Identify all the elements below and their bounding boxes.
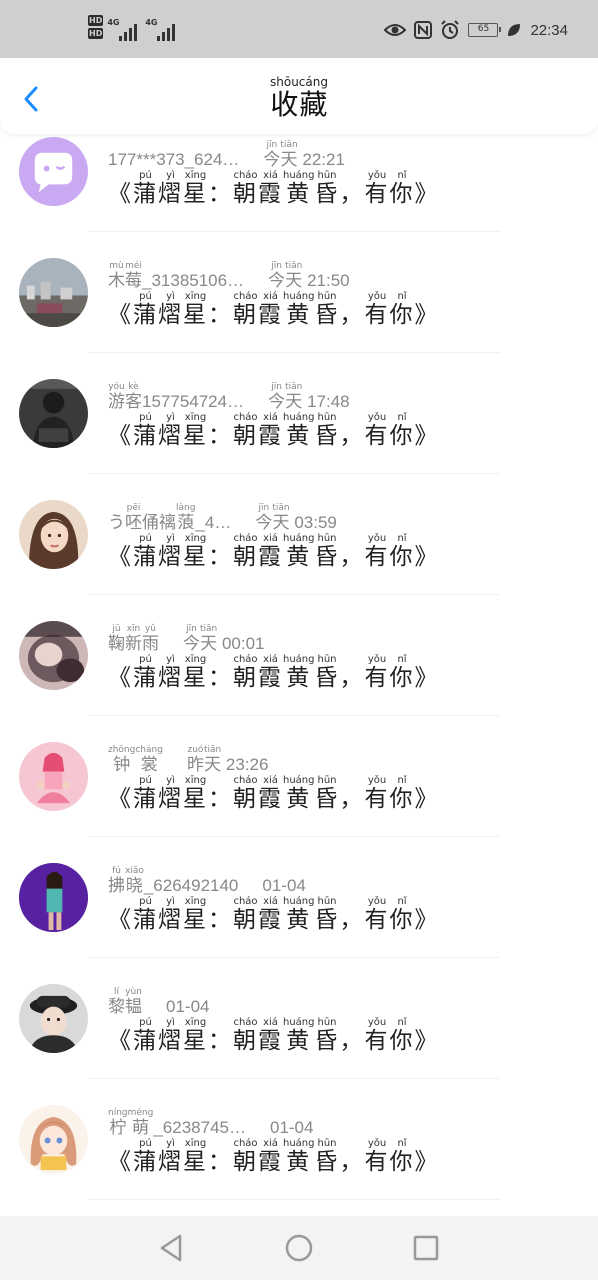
username: 游yóu客kè157754724…	[108, 382, 245, 411]
system-nav-bar	[0, 1216, 598, 1280]
song-title[interactable]: 《蒲pú熠yì星xīng：朝cháo霞xiá黄huáng昏hūn，有yǒu你nǐ…	[108, 1138, 440, 1176]
list-item[interactable]: 游yóu客kè157754724… 今jīn天tiān 17:48 《蒲pú熠yì星…	[0, 376, 598, 497]
song-title[interactable]: 《蒲pú熠yì星xīng：朝cháo霞xiá黄huáng昏hūn，有yǒu你nǐ…	[108, 896, 440, 934]
username: 拂fú晓xiǎo_626492140	[108, 866, 239, 895]
divider	[88, 1078, 500, 1079]
list-item[interactable]: 拂fú晓xiǎo_626492140 01-04 《蒲pú熠yì星xīng：朝chá…	[0, 860, 598, 981]
alarm-icon	[441, 20, 460, 39]
home-circle-icon[interactable]	[283, 1232, 315, 1264]
username: 177***373_624…	[108, 150, 240, 169]
username: 柠níng萌méng_6238745…	[108, 1108, 246, 1137]
avatar[interactable]	[19, 258, 88, 327]
song-title[interactable]: 《蒲pú熠yì星xīng：朝cháo霞xiá黄huáng昏hūn，有yǒu你nǐ…	[108, 533, 440, 571]
clock: 22:34	[530, 21, 568, 39]
back-triangle-icon[interactable]	[156, 1232, 188, 1264]
avatar[interactable]	[19, 984, 88, 1053]
username: 鞠jū新xīn雨yǔ	[108, 624, 159, 653]
list-item[interactable]: 钟裳zhōngcháng 昨zuó天tiān 23:26 《蒲pú熠yì星xīng：…	[0, 739, 598, 860]
timestamp: 01-04	[262, 876, 306, 895]
divider	[88, 836, 500, 837]
timestamp: 01-04	[166, 997, 210, 1016]
avatar[interactable]	[19, 500, 88, 569]
avatar[interactable]	[19, 1105, 88, 1174]
avatar[interactable]	[19, 621, 88, 690]
avatar[interactable]	[19, 137, 88, 206]
timestamp: 今jīn天tiān 22:21	[263, 140, 345, 169]
timestamp: 今jīn天tiān 03:59	[255, 503, 337, 532]
song-title[interactable]: 《蒲pú熠yì星xīng：朝cháo霞xiá黄huáng昏hūn，有yǒu你nǐ…	[108, 775, 440, 813]
page-title: 收shōu藏cáng	[270, 75, 328, 121]
timestamp: 今jīn天tiān 21:50	[268, 261, 350, 290]
favorites-list: 177***373_624… 今jīn天tiān 22:21 《蒲pú熠yì星xīn…	[0, 134, 598, 1223]
app-header: 收shōu藏cáng	[0, 58, 598, 134]
timestamp: 今jīn天tiān 17:48	[268, 382, 350, 411]
item-meta: 钟裳zhōngcháng 昨zuó天tiān 23:26	[108, 745, 268, 775]
item-meta: 拂fú晓xiǎo_626492140 01-04	[108, 866, 306, 896]
username: 黎lí韫yùn	[108, 987, 142, 1016]
avatar[interactable]	[19, 742, 88, 811]
list-item[interactable]: 木mù莓méi_31385106… 今jīn天tiān 21:50 《蒲pú熠yì星…	[0, 255, 598, 376]
list-item[interactable]: 柠níng萌méng_6238745… 01-04 《蒲pú熠yì星xīng：朝ch…	[0, 1102, 598, 1223]
eye-icon	[384, 24, 407, 36]
status-icons: 65 22:34	[384, 20, 568, 40]
item-meta: 木mù莓méi_31385106… 今jīn天tiān 21:50	[108, 261, 350, 291]
item-meta: 177***373_624… 今jīn天tiān 22:21	[108, 140, 345, 170]
signal-2-icon: 4G	[145, 15, 179, 41]
item-meta: う呸pēi俑䄜蒗làng_4… 今jīn天tiān 03:59	[108, 503, 337, 533]
item-meta: 游yóu客kè157754724… 今jīn天tiān 17:48	[108, 382, 350, 412]
divider	[88, 231, 500, 232]
avatar[interactable]	[19, 863, 88, 932]
signal-group: HD HD 4G 4G	[88, 15, 179, 41]
song-title[interactable]: 《蒲pú熠yì星xīng：朝cháo霞xiá黄huáng昏hūn，有yǒu你nǐ…	[108, 170, 440, 208]
item-meta: 柠níng萌méng_6238745… 01-04	[108, 1108, 313, 1138]
timestamp: 01-04	[269, 1118, 314, 1137]
song-title[interactable]: 《蒲pú熠yì星xīng：朝cháo霞xiá黄huáng昏hūn，有yǒu你nǐ…	[108, 291, 440, 329]
timestamp: 昨zuó天tiān 23:26	[186, 745, 269, 774]
nfc-icon	[414, 21, 433, 39]
hd-badge-2: HD	[88, 28, 104, 39]
divider	[88, 594, 500, 595]
hd-badge-1: HD	[88, 15, 104, 26]
username: 钟裳zhōngcháng	[108, 745, 163, 774]
status-bar: HD HD 4G 4G 65 22:34	[0, 0, 598, 58]
list-item[interactable]: 黎lí韫yùn 01-04 《蒲pú熠yì星xīng：朝cháo霞xiá黄huáng…	[0, 981, 598, 1102]
song-title[interactable]: 《蒲pú熠yì星xīng：朝cháo霞xiá黄huáng昏hūn，有yǒu你nǐ…	[108, 412, 440, 450]
battery-icon: 65	[468, 23, 502, 37]
song-title[interactable]: 《蒲pú熠yì星xīng：朝cháo霞xiá黄huáng昏hūn，有yǒu你nǐ…	[108, 1017, 440, 1055]
divider	[88, 1199, 500, 1200]
divider	[88, 352, 500, 353]
username: う呸pēi俑䄜蒗làng_4…	[108, 503, 232, 532]
avatar[interactable]	[19, 379, 88, 448]
list-item[interactable]: 鞠jū新xīn雨yǔ 今jīn天tiān 00:01 《蒲pú熠yì星xīng：朝c…	[0, 618, 598, 739]
username: 木mù莓méi_31385106…	[108, 261, 245, 290]
divider	[88, 715, 500, 716]
divider	[88, 957, 500, 958]
timestamp: 今jīn天tiān 00:01	[183, 624, 265, 653]
list-item[interactable]: う呸pēi俑䄜蒗làng_4… 今jīn天tiān 03:59 《蒲pú熠yì星xī…	[0, 497, 598, 618]
list-item[interactable]: 177***373_624… 今jīn天tiān 22:21 《蒲pú熠yì星xīn…	[0, 134, 598, 255]
recents-square-icon[interactable]	[410, 1232, 442, 1264]
song-title[interactable]: 《蒲pú熠yì星xīng：朝cháo霞xiá黄huáng昏hūn，有yǒu你nǐ…	[108, 654, 440, 692]
item-meta: 鞠jū新xīn雨yǔ 今jīn天tiān 00:01	[108, 624, 265, 654]
item-meta: 黎lí韫yùn 01-04	[108, 987, 209, 1017]
divider	[88, 473, 500, 474]
signal-1-icon: 4G	[107, 15, 141, 41]
leaf-icon	[508, 24, 521, 36]
